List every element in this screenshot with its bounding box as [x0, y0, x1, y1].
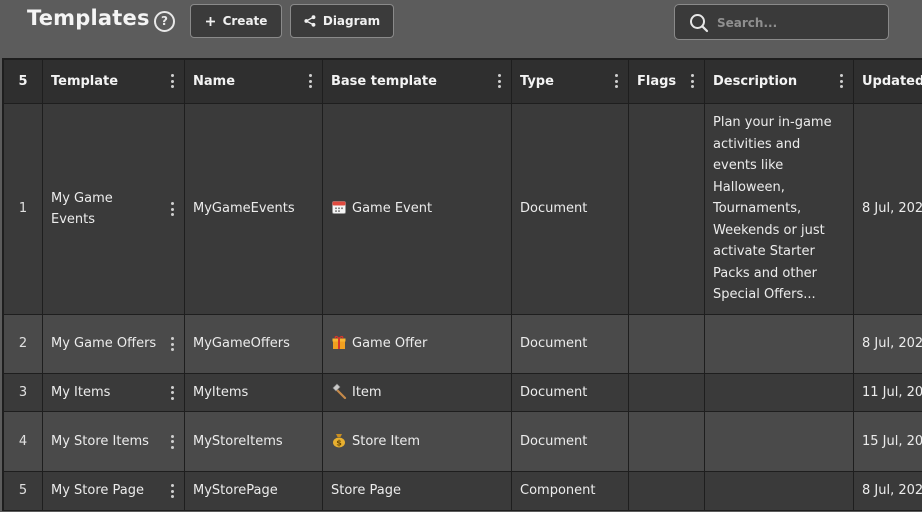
- row-number: 4: [3, 411, 43, 472]
- updated-cell: 11 Jul, 2023: [853, 373, 922, 412]
- name-cell: MyStoreItems: [184, 411, 323, 472]
- row-menu-icon[interactable]: [170, 202, 174, 216]
- template-cell[interactable]: My Store Items: [42, 411, 185, 472]
- description-cell: [704, 471, 854, 511]
- svg-text:$: $: [336, 438, 342, 447]
- base-template-cell: Game Event: [322, 103, 512, 315]
- calendar-icon: [332, 201, 346, 215]
- row-number: 2: [3, 314, 43, 374]
- search-input[interactable]: [715, 12, 879, 34]
- template-cell[interactable]: My Items: [42, 373, 185, 412]
- column-header-description[interactable]: Description: [704, 59, 854, 104]
- flags-cell: [628, 471, 705, 511]
- type-cell: Document: [511, 411, 629, 472]
- table-row[interactable]: 3 My Items MyItems Item Document 11 Jul,…: [3, 373, 922, 412]
- row-number: 3: [3, 373, 43, 412]
- gift-icon: [332, 336, 346, 350]
- column-menu-icon[interactable]: [308, 74, 312, 88]
- diagram-label: Diagram: [322, 14, 381, 28]
- updated-cell: 8 Jul, 2023: [853, 314, 922, 374]
- flags-cell: [628, 314, 705, 374]
- column-header-flags[interactable]: Flags: [628, 59, 705, 104]
- row-number: 5: [3, 471, 43, 511]
- row-number: 1: [3, 103, 43, 315]
- column-menu-icon[interactable]: [614, 74, 618, 88]
- share-icon: [304, 15, 316, 27]
- column-menu-icon[interactable]: [170, 74, 174, 88]
- type-cell: Document: [511, 373, 629, 412]
- template-cell[interactable]: My Game Events: [42, 103, 185, 315]
- top-bar: Templates ? Create Diagram: [0, 0, 922, 44]
- column-menu-icon[interactable]: [497, 74, 501, 88]
- table-row[interactable]: 4 My Store Items MyStoreItems $ Store It…: [3, 411, 922, 472]
- page-title: Templates: [27, 6, 150, 30]
- updated-cell: 8 Jul, 2023: [853, 471, 922, 511]
- help-icon[interactable]: ?: [154, 11, 175, 32]
- column-header-type[interactable]: Type: [511, 59, 629, 104]
- description-cell: [704, 373, 854, 412]
- type-cell: Component: [511, 471, 629, 511]
- template-cell[interactable]: My Store Page: [42, 471, 185, 511]
- base-template-cell: Game Offer: [322, 314, 512, 374]
- type-cell: Document: [511, 103, 629, 315]
- description-cell: [704, 314, 854, 374]
- description-cell: Plan your in-game activities and events …: [704, 103, 854, 315]
- description-cell: [704, 411, 854, 472]
- row-menu-icon[interactable]: [170, 484, 174, 498]
- column-header-updated[interactable]: Updated: [853, 59, 922, 104]
- search-icon: [690, 14, 709, 33]
- table-header-row: 5 Template Name Base template Type Flags…: [3, 59, 922, 104]
- plus-icon: [205, 16, 215, 26]
- name-cell: MyGameOffers: [184, 314, 323, 374]
- row-menu-icon[interactable]: [170, 385, 174, 400]
- column-menu-icon[interactable]: [839, 74, 843, 88]
- base-template-cell: $ Store Item: [322, 411, 512, 472]
- row-menu-icon[interactable]: [170, 434, 174, 449]
- table-row[interactable]: 5 My Store Page MyStorePage Store Page C…: [3, 471, 922, 511]
- flags-cell: [628, 411, 705, 472]
- hammer-icon: [332, 383, 347, 399]
- template-cell[interactable]: My Game Offers: [42, 314, 185, 374]
- name-cell: MyGameEvents: [184, 103, 323, 315]
- create-label: Create: [222, 14, 268, 28]
- type-cell: Document: [511, 314, 629, 374]
- diagram-button[interactable]: Diagram: [290, 4, 394, 38]
- money-bag-icon: $: [333, 433, 345, 448]
- create-button[interactable]: Create: [190, 4, 282, 38]
- column-header-template[interactable]: Template: [42, 59, 185, 104]
- base-template-cell: Item: [322, 373, 512, 412]
- templates-table: 5 Template Name Base template Type Flags…: [2, 58, 922, 511]
- column-header-base-template[interactable]: Base template: [322, 59, 512, 104]
- search-box[interactable]: [674, 4, 889, 40]
- name-cell: MyItems: [184, 373, 323, 412]
- base-template-cell: Store Page: [322, 471, 512, 511]
- column-menu-icon[interactable]: [690, 74, 694, 88]
- name-cell: MyStorePage: [184, 471, 323, 511]
- row-count: 5: [3, 59, 43, 104]
- flags-cell: [628, 103, 705, 315]
- flags-cell: [628, 373, 705, 412]
- table-row[interactable]: 2 My Game Offers MyGameOffers Game Offer…: [3, 314, 922, 374]
- table-row[interactable]: 1 My Game Events MyGameEvents Game Event…: [3, 103, 922, 315]
- row-menu-icon[interactable]: [170, 337, 174, 351]
- updated-cell: 15 Jul, 2023: [853, 411, 922, 472]
- updated-cell: 8 Jul, 2023: [853, 103, 922, 315]
- column-header-name[interactable]: Name: [184, 59, 323, 104]
